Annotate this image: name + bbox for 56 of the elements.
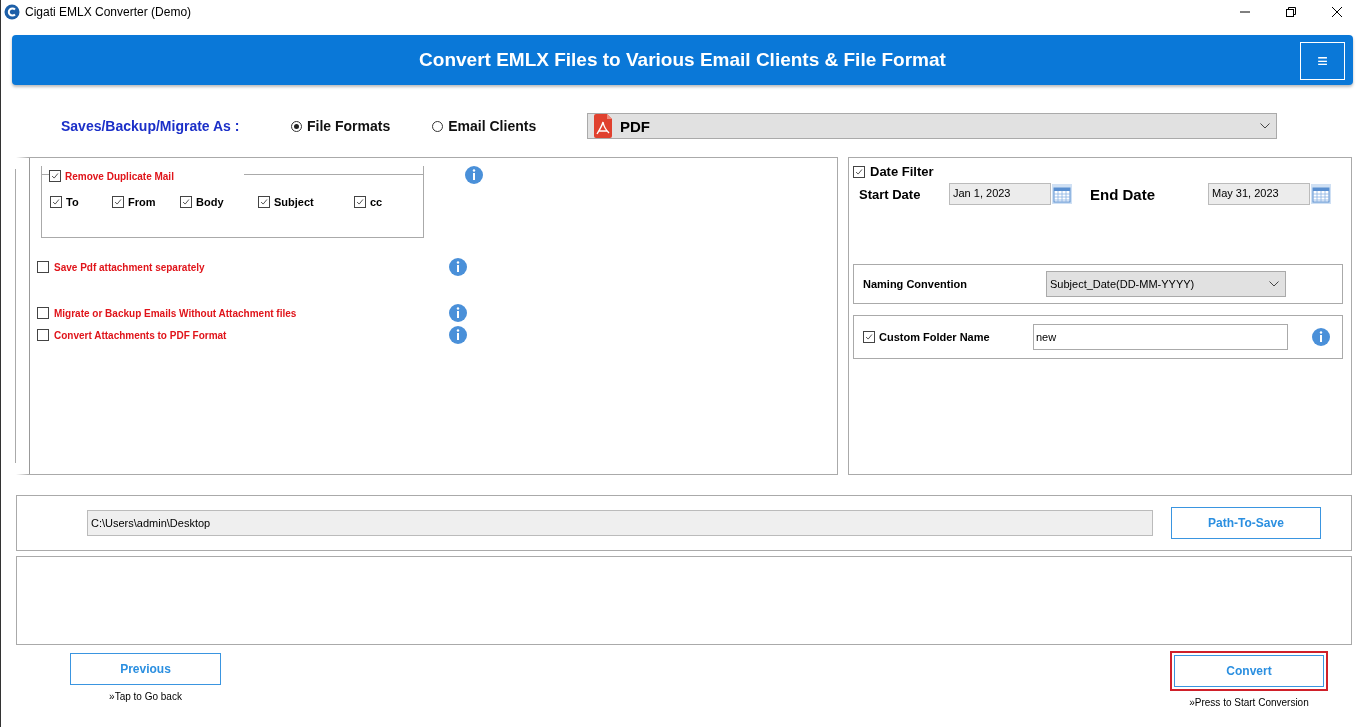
info-icon[interactable] — [465, 166, 483, 184]
checkbox-label: Save Pdf attachment separately — [54, 261, 205, 273]
previous-button[interactable]: Previous — [70, 653, 221, 685]
checkbox-label: Custom Folder Name — [879, 331, 990, 343]
path-field[interactable]: C:\Users\admin\Desktop — [87, 510, 1153, 536]
checkbox[interactable] — [37, 307, 49, 319]
checkbox-label: From — [128, 196, 156, 208]
checkbox[interactable] — [49, 170, 61, 182]
checkbox[interactable] — [180, 196, 192, 208]
header-title: Convert EMLX Files to Various Email Clients & File Format — [419, 49, 946, 71]
checkbox-label: Migrate or Backup Emails Without Attachment files — [54, 307, 297, 319]
naming-dropdown[interactable]: Subject_Date(DD-MM-YYYY) — [1046, 271, 1286, 297]
format-value: PDF — [620, 117, 650, 135]
previous-hint: »Tap to Go back — [109, 691, 182, 702]
radio-option[interactable]: File Formats — [291, 118, 391, 134]
checkbox-label: Date Filter — [870, 164, 934, 179]
convert-hint: »Press to Start Conversion — [1189, 697, 1309, 708]
restore-icon — [1286, 7, 1296, 17]
info-icon[interactable] — [449, 304, 467, 322]
app-logo-icon — [4, 4, 20, 20]
info-icon[interactable] — [449, 326, 467, 344]
caret-icon — [1269, 281, 1279, 287]
checkbox[interactable] — [258, 196, 270, 208]
caret-icon — [1260, 123, 1270, 129]
naming-convention-label: Naming Convention — [863, 278, 968, 290]
checkbox[interactable] — [853, 165, 865, 178]
checkbox-label: Body — [196, 196, 224, 208]
checkbox[interactable] — [354, 196, 366, 208]
checkbox[interactable] — [112, 196, 124, 208]
checkbox[interactable] — [37, 329, 49, 341]
close-icon — [1332, 7, 1342, 17]
calendar-icon[interactable] — [1311, 184, 1331, 204]
radio-option[interactable]: Email Clients — [432, 118, 537, 134]
checkbox-label: cc — [370, 196, 383, 208]
end-date-label: End Date — [1090, 185, 1156, 203]
info-icon[interactable] — [1312, 328, 1330, 346]
window-title: Cigati EMLX Converter (Demo) — [25, 5, 192, 19]
info-icon[interactable] — [449, 258, 467, 276]
convert-button[interactable]: Convert — [1170, 651, 1328, 691]
menu-button[interactable]: ≡ — [1300, 42, 1345, 80]
checkbox-label: To — [66, 196, 79, 208]
checkbox[interactable] — [37, 261, 49, 273]
checkbox-label: Convert Attachments to PDF Format — [54, 329, 227, 341]
save-as-label: Saves/Backup/Migrate As : — [61, 118, 241, 134]
start-date-label: Start Date — [859, 186, 922, 202]
calendar-icon[interactable] — [1052, 184, 1072, 204]
checkbox-label: Subject — [274, 196, 314, 208]
checkbox[interactable] — [863, 331, 875, 343]
checkbox-label: Remove Duplicate Mail — [65, 170, 174, 182]
dropdown-value: Subject_Date(DD-MM-YYYY) — [1050, 278, 1195, 290]
folder-name-field[interactable]: new — [1033, 324, 1288, 350]
date-field[interactable]: May 31, 2023 — [1208, 183, 1310, 205]
format-dropdown[interactable]: PDF — [587, 113, 1277, 139]
date-field[interactable]: Jan 1, 2023 — [949, 183, 1051, 205]
checkbox[interactable] — [50, 196, 62, 208]
pdf-file-icon — [594, 114, 612, 138]
